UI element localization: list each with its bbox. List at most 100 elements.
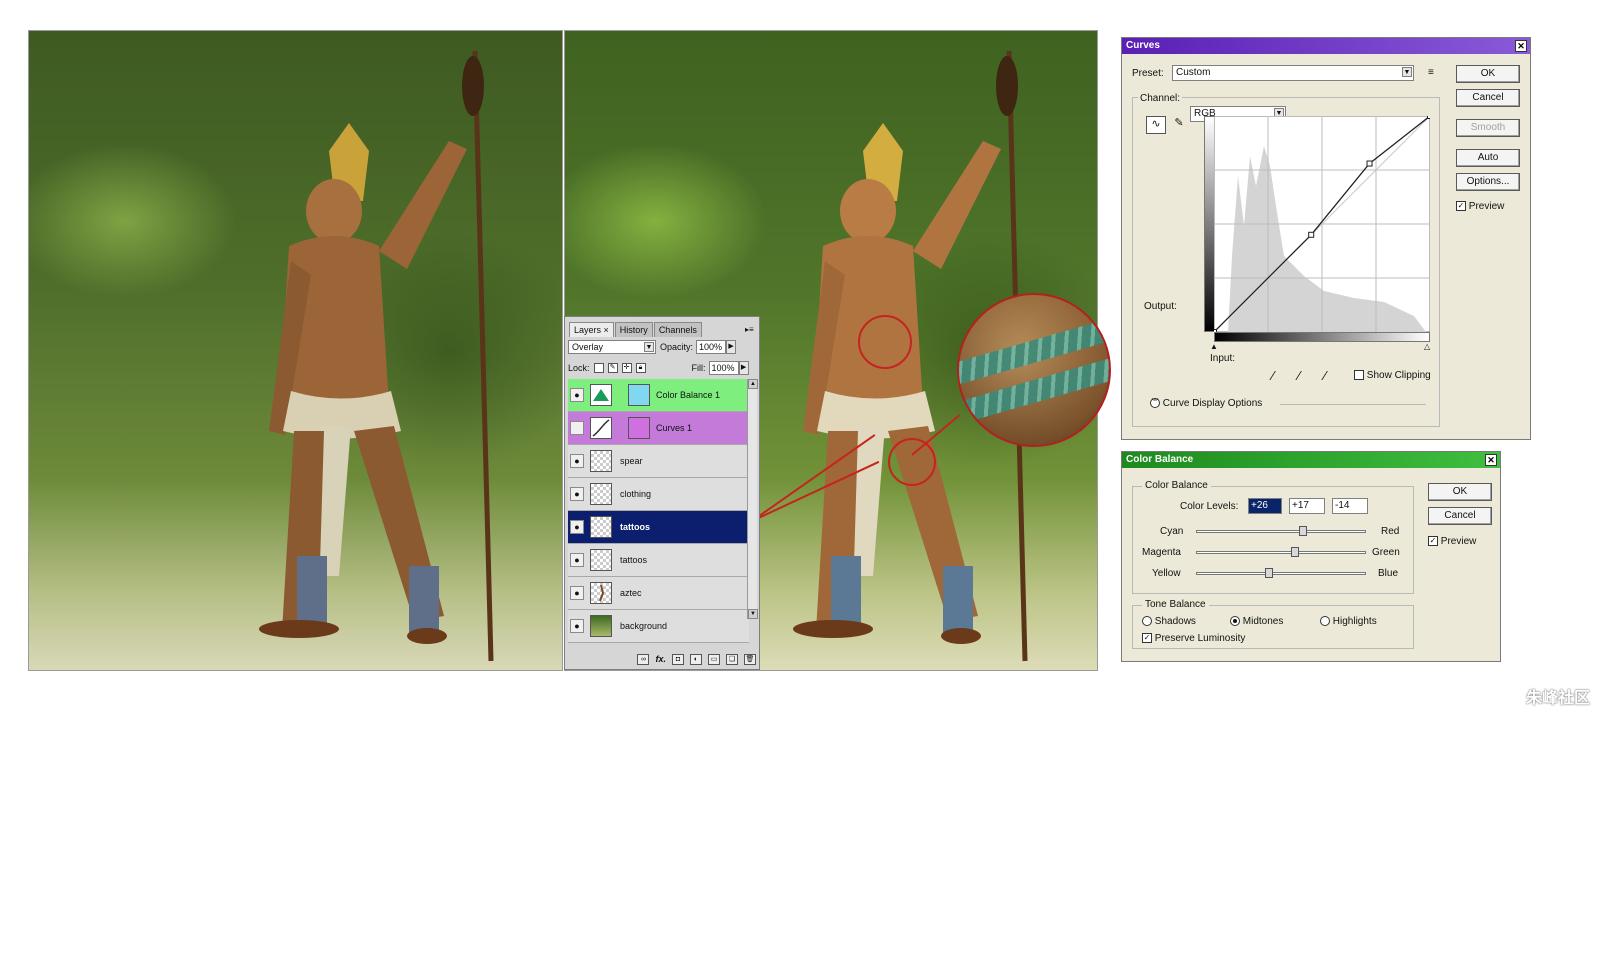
- slider-right-label: Blue: [1378, 568, 1399, 579]
- smooth-button[interactable]: Smooth: [1456, 119, 1520, 137]
- cancel-button[interactable]: Cancel: [1456, 89, 1520, 107]
- lock-fill-row: Lock: ✎ ✛ 🔒︎ Fill: 100% ▶: [568, 360, 749, 376]
- layer-name: background: [620, 621, 668, 631]
- lock-transparent-icon[interactable]: [593, 363, 604, 373]
- panel-menu-icon[interactable]: ▸≡: [745, 325, 755, 334]
- auto-button[interactable]: Auto: [1456, 149, 1520, 167]
- layer-name: spear: [620, 456, 643, 466]
- preserve-luminosity-checkbox[interactable]: ✓ Preserve Luminosity: [1142, 633, 1245, 644]
- preview-checkbox[interactable]: ✓ Preview: [1428, 536, 1476, 547]
- lock-move-icon[interactable]: ✛: [621, 363, 632, 373]
- channel-label: Channel:: [1138, 93, 1183, 104]
- eye-icon[interactable]: ●: [570, 619, 584, 633]
- layer-thumb: [590, 582, 612, 604]
- layer-row-tattoos-selected[interactable]: ● tattoos: [568, 511, 749, 544]
- ok-button[interactable]: OK: [1428, 483, 1492, 501]
- close-icon[interactable]: ✕: [1485, 454, 1497, 466]
- curve-point-tool-icon[interactable]: ∿: [1146, 116, 1166, 134]
- new-layer-icon[interactable]: ❏: [726, 653, 738, 665]
- fill-field[interactable]: 100%: [708, 361, 739, 375]
- color-level-magenta-green-field[interactable]: +17: [1289, 498, 1325, 514]
- curve-display-options-toggle[interactable]: ︾ Curve Display Options: [1150, 398, 1262, 409]
- preset-select[interactable]: Custom ▼: [1172, 65, 1414, 81]
- magenta-green-slider-track[interactable]: [1196, 551, 1366, 554]
- eye-icon[interactable]: ●: [570, 586, 584, 600]
- show-clipping-checkbox[interactable]: Show Clipping: [1354, 370, 1431, 381]
- trash-icon[interactable]: 🗑︎: [744, 653, 756, 665]
- scroll-up-icon[interactable]: ▲: [748, 379, 758, 389]
- black-point-slider-icon[interactable]: ▲: [1210, 342, 1218, 351]
- check-icon: ✓: [1142, 633, 1152, 644]
- chevron-down-icon: ▼: [644, 342, 654, 352]
- curves-graph[interactable]: [1214, 116, 1430, 332]
- blend-mode-select[interactable]: Overlay ▼: [568, 340, 656, 354]
- cancel-button[interactable]: Cancel: [1428, 507, 1492, 525]
- opacity-field[interactable]: 100%: [696, 340, 727, 354]
- fx-icon[interactable]: fx.: [655, 654, 666, 664]
- curves-thumb-icon: [590, 417, 612, 439]
- pencil-icon[interactable]: ✎: [1170, 116, 1188, 134]
- tattoo-highlight-leg: [888, 438, 936, 486]
- curve-control-point: [1427, 116, 1430, 119]
- options-button[interactable]: Options...: [1456, 173, 1520, 191]
- eye-icon-hidden[interactable]: [570, 421, 584, 435]
- layer-row-background[interactable]: ● background: [568, 610, 749, 643]
- midtones-radio[interactable]: Midtones: [1230, 616, 1283, 627]
- eye-icon[interactable]: ●: [570, 553, 584, 567]
- scroll-down-icon[interactable]: ▼: [748, 609, 758, 619]
- chevron-down-icon: ▼: [1402, 67, 1412, 77]
- close-icon[interactable]: ✕: [1515, 40, 1527, 52]
- eye-icon[interactable]: ●: [570, 454, 584, 468]
- layer-row-spear[interactable]: ● spear: [568, 445, 749, 478]
- cyan-red-slider-track[interactable]: [1196, 530, 1366, 533]
- checkbox-empty-icon: [1354, 370, 1364, 381]
- layer-name: clothing: [620, 489, 652, 499]
- layer-thumb: [590, 615, 612, 637]
- white-eyedropper-icon[interactable]: ⁄: [1324, 368, 1326, 383]
- curves-titlebar[interactable]: Curves ✕: [1122, 38, 1530, 54]
- layer-name: Curves 1: [656, 423, 693, 433]
- lock-brush-icon[interactable]: ✎: [607, 363, 618, 373]
- preview-checkbox[interactable]: ✓ Preview: [1456, 201, 1504, 212]
- black-eyedropper-icon[interactable]: ⁄: [1272, 368, 1274, 383]
- shadows-radio[interactable]: Shadows: [1142, 616, 1196, 627]
- highlights-radio[interactable]: Highlights: [1320, 616, 1377, 627]
- tab-layers[interactable]: Layers ×: [569, 322, 614, 337]
- magenta-green-slider-handle[interactable]: [1291, 547, 1300, 557]
- eye-icon[interactable]: ●: [570, 388, 584, 402]
- link-icon[interactable]: ∞: [637, 653, 650, 665]
- curve-control-point: [1366, 160, 1373, 167]
- opacity-stepper[interactable]: ▶: [726, 340, 737, 354]
- preset-menu-icon[interactable]: ≡: [1428, 67, 1434, 78]
- layer-row-aztec[interactable]: ● aztec: [568, 577, 749, 610]
- blend-opacity-row: Overlay ▼ Opacity: 100% ▶: [568, 339, 737, 355]
- tab-channels[interactable]: Channels: [653, 322, 702, 337]
- yellow-blue-slider-handle[interactable]: [1265, 568, 1274, 578]
- adjustment-icon[interactable]: ◐: [690, 653, 702, 665]
- lock-all-icon[interactable]: 🔒︎: [635, 363, 646, 373]
- eye-icon[interactable]: ●: [570, 520, 584, 534]
- layer-row-tattoos[interactable]: ● tattoos: [568, 544, 749, 577]
- layer-row-curves[interactable]: Curves 1: [568, 412, 749, 445]
- mask-icon[interactable]: ◘: [672, 653, 684, 665]
- cyan-red-slider-handle[interactable]: [1299, 526, 1308, 536]
- group-icon[interactable]: ▭: [708, 653, 720, 665]
- layer-row-color-balance[interactable]: ● Color Balance 1: [568, 379, 749, 412]
- white-point-slider-icon[interactable]: △: [1424, 342, 1430, 351]
- eye-icon[interactable]: ●: [570, 487, 584, 501]
- radio-icon: [1142, 616, 1152, 627]
- tab-history[interactable]: History: [614, 322, 653, 337]
- yellow-blue-slider-track[interactable]: [1196, 572, 1366, 575]
- ok-button[interactable]: OK: [1456, 65, 1520, 83]
- input-gradient-bar: [1214, 332, 1430, 342]
- gray-eyedropper-icon[interactable]: ⁄: [1298, 368, 1300, 383]
- layers-scrollbar[interactable]: ▲ ▼: [747, 379, 758, 619]
- fill-stepper[interactable]: ▶: [738, 361, 749, 375]
- tab-close-icon[interactable]: ×: [604, 325, 609, 335]
- layer-row-clothing[interactable]: ● clothing: [568, 478, 749, 511]
- color-balance-titlebar[interactable]: Color Balance ✕: [1122, 452, 1500, 468]
- color-level-cyan-red-field[interactable]: +26: [1248, 498, 1282, 514]
- slider-right-label: Red: [1381, 526, 1400, 537]
- watermark-logo: 朱峰社区: [1525, 690, 1590, 707]
- color-level-yellow-blue-field[interactable]: -14: [1332, 498, 1368, 514]
